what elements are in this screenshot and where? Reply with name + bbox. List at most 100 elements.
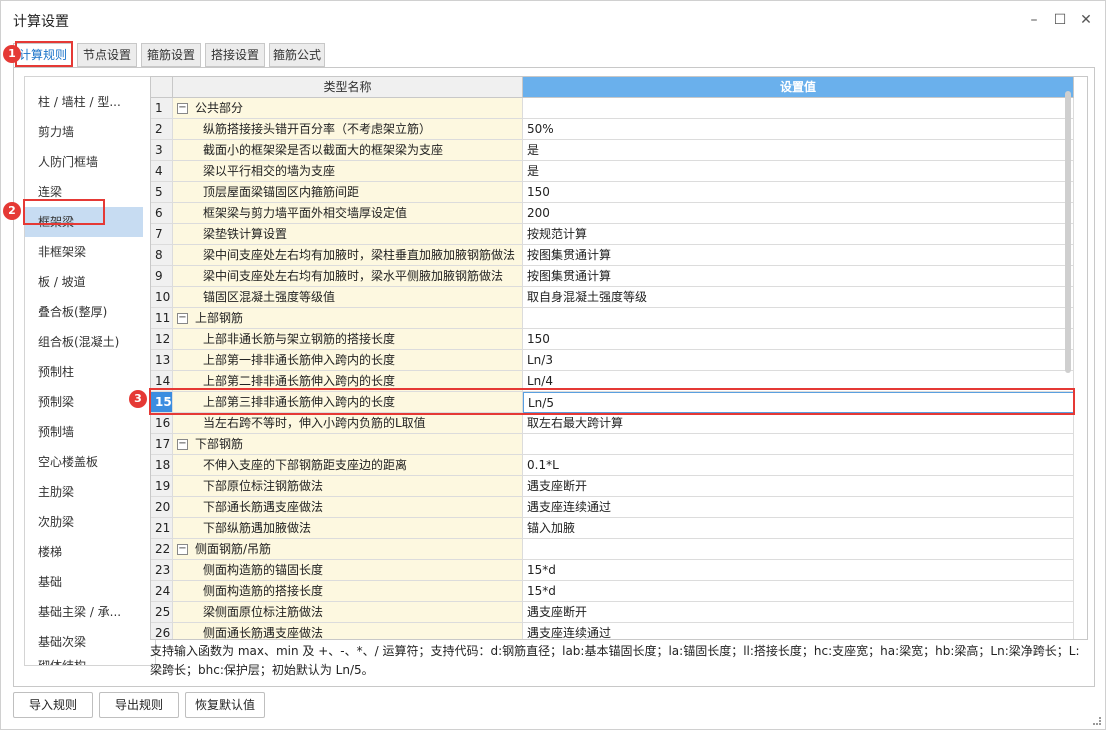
grid-scrollbar[interactable] [1065, 91, 1071, 373]
maximize-button[interactable]: ☐ [1049, 9, 1071, 31]
minimize-button[interactable]: – [1023, 9, 1045, 31]
table-row[interactable]: 7 梁垫铁计算设置 按规范计算 [151, 224, 1074, 245]
sidebar-item[interactable]: 人防门框墙 [25, 147, 143, 177]
setting-value[interactable]: 是 [523, 161, 1074, 182]
setting-value[interactable]: 150 [523, 182, 1074, 203]
table-row[interactable]: 3 截面小的框架梁是否以截面大的框架梁为支座 是 [151, 140, 1074, 161]
component-list[interactable]: 柱 / 墙柱 / 型... 剪力墙 人防门框墙 连梁 框架梁 非框架梁 板 / … [24, 76, 156, 666]
collapse-icon[interactable]: − [177, 313, 188, 324]
table-row[interactable]: 19 下部原位标注钢筋做法 遇支座断开 [151, 476, 1074, 497]
setting-name: 截面小的框架梁是否以截面大的框架梁为支座 [173, 140, 523, 161]
sidebar-item[interactable]: 基础次梁 [25, 627, 143, 657]
collapse-icon[interactable]: − [177, 439, 188, 450]
table-row[interactable]: 1 − 公共部分 [151, 98, 1074, 119]
sidebar-item[interactable]: 预制梁 [25, 387, 143, 417]
setting-value[interactable]: 200 [523, 203, 1074, 224]
table-row[interactable]: 23 侧面构造筋的锚固长度 15*d [151, 560, 1074, 581]
resize-grip-icon[interactable] [1093, 717, 1101, 725]
setting-value[interactable]: 遇支座连续通过 [523, 623, 1074, 639]
setting-value[interactable]: 15*d [523, 560, 1074, 581]
setting-value[interactable]: 遇支座断开 [523, 476, 1074, 497]
sidebar-item[interactable]: 非框架梁 [25, 237, 143, 267]
table-row[interactable]: 5 顶层屋面梁锚固区内箍筋间距 150 [151, 182, 1074, 203]
sidebar-item[interactable]: 空心楼盖板 [25, 447, 143, 477]
table-row[interactable]: 9 梁中间支座处左右均有加腋时，梁水平侧腋加腋钢筋做法 按图集贯通计算 [151, 266, 1074, 287]
table-row[interactable]: 6 框架梁与剪力墙平面外相交墙厚设定值 200 [151, 203, 1074, 224]
setting-value[interactable]: 遇支座断开 [523, 602, 1074, 623]
setting-value[interactable]: 150 [523, 329, 1074, 350]
tab-lap-settings[interactable]: 搭接设置 [205, 43, 265, 67]
setting-value[interactable]: 15*d [523, 581, 1074, 602]
setting-value[interactable]: 按规范计算 [523, 224, 1074, 245]
table-row[interactable]: 17 − 下部钢筋 [151, 434, 1074, 455]
setting-value[interactable]: 取自身混凝土强度等级 [523, 287, 1074, 308]
tab-stirrup-settings[interactable]: 箍筋设置 [141, 43, 201, 67]
sidebar-item[interactable]: 预制墙 [25, 417, 143, 447]
table-row[interactable]: 12 上部非通长筋与架立钢筋的搭接长度 150 [151, 329, 1074, 350]
table-row[interactable]: 2 纵筋搭接接头错开百分率（不考虑架立筋） 50% [151, 119, 1074, 140]
table-row[interactable]: 4 梁以平行相交的墙为支座 是 [151, 161, 1074, 182]
sidebar-item[interactable]: 基础 [25, 567, 143, 597]
table-row[interactable]: 13 上部第一排非通长筋伸入跨内的长度 Ln/3 [151, 350, 1074, 371]
table-row[interactable]: 10 锚固区混凝土强度等级值 取自身混凝土强度等级 [151, 287, 1074, 308]
table-row[interactable]: 26 侧面通长筋遇支座做法 遇支座连续通过 [151, 623, 1074, 639]
setting-value[interactable]: 按图集贯通计算 [523, 245, 1074, 266]
formula-hint: 支持输入函数为 max、min 及 +、-、*、/ 运算符；支持代码：d:钢筋直… [150, 644, 1080, 677]
restore-defaults-button[interactable]: 恢复默认值 [185, 692, 265, 718]
row-number: 24 [151, 581, 173, 602]
row-number: 7 [151, 224, 173, 245]
row-number: 19 [151, 476, 173, 497]
table-row[interactable]: 8 梁中间支座处左右均有加腋时，梁柱垂直加腋加腋钢筋做法 按图集贯通计算 [151, 245, 1074, 266]
setting-value[interactable]: Ln/3 [523, 350, 1074, 371]
row-number: 17 [151, 434, 173, 455]
sidebar-item[interactable]: 柱 / 墙柱 / 型... [25, 87, 143, 117]
setting-value[interactable]: 按图集贯通计算 [523, 266, 1074, 287]
sidebar-item[interactable]: 楼梯 [25, 537, 143, 567]
collapse-icon[interactable]: − [177, 103, 188, 114]
table-row[interactable]: 21 下部纵筋遇加腋做法 锚入加腋 [151, 518, 1074, 539]
sidebar-item[interactable]: 主肋梁 [25, 477, 143, 507]
table-row[interactable]: 11 − 上部钢筋 [151, 308, 1074, 329]
setting-value[interactable]: 取左右最大跨计算 [523, 413, 1074, 434]
setting-value[interactable]: 是 [523, 140, 1074, 161]
setting-value[interactable] [523, 308, 1074, 329]
sidebar-item[interactable]: 预制柱 [25, 357, 143, 387]
sidebar-item[interactable]: 次肋梁 [25, 507, 143, 537]
window-title: 计算设置 [13, 14, 69, 30]
setting-value[interactable]: 锚入加腋 [523, 518, 1074, 539]
setting-name: 下部通长筋遇支座做法 [173, 497, 523, 518]
setting-value[interactable]: 0.1*L [523, 455, 1074, 476]
row-number: 22 [151, 539, 173, 560]
close-button[interactable]: ✕ [1075, 9, 1097, 31]
table-row[interactable]: 16 当左右跨不等时，伸入小跨内负筋的L取值 取左右最大跨计算 [151, 413, 1074, 434]
row-number: 18 [151, 455, 173, 476]
settings-grid: 类型名称 设置值 1 − 公共部分 2 纵筋搭接接头错开百分率（不考虑架立筋） 5… [150, 76, 1088, 640]
row-number: 8 [151, 245, 173, 266]
table-row[interactable]: 24 侧面构造筋的搭接长度 15*d [151, 581, 1074, 602]
grid-header-corner [151, 77, 173, 98]
sidebar-item[interactable]: 组合板(混凝土) [25, 327, 143, 357]
setting-name: 不伸入支座的下部钢筋距支座边的距离 [173, 455, 523, 476]
sidebar-item[interactable]: 板 / 坡道 [25, 267, 143, 297]
table-row[interactable]: 22 − 侧面钢筋/吊筋 [151, 539, 1074, 560]
collapse-icon[interactable]: − [177, 544, 188, 555]
export-rules-button[interactable]: 导出规则 [99, 692, 179, 718]
setting-value[interactable] [523, 434, 1074, 455]
sidebar-item[interactable]: 剪力墙 [25, 117, 143, 147]
table-row[interactable]: 18 不伸入支座的下部钢筋距支座边的距离 0.1*L [151, 455, 1074, 476]
setting-name: 梁侧面原位标注筋做法 [173, 602, 523, 623]
setting-value[interactable] [523, 539, 1074, 560]
setting-value[interactable]: 遇支座连续通过 [523, 497, 1074, 518]
setting-value[interactable]: 50% [523, 119, 1074, 140]
setting-value[interactable] [523, 98, 1074, 119]
sidebar-item[interactable]: 叠合板(整厚) [25, 297, 143, 327]
tab-node-settings[interactable]: 节点设置 [77, 43, 137, 67]
import-rules-button[interactable]: 导入规则 [13, 692, 93, 718]
sidebar-item[interactable]: 基础主梁 / 承... [25, 597, 143, 627]
tab-stirrup-formula[interactable]: 箍筋公式 [269, 43, 325, 67]
row-number: 10 [151, 287, 173, 308]
table-row[interactable]: 20 下部通长筋遇支座做法 遇支座连续通过 [151, 497, 1074, 518]
row-number: 6 [151, 203, 173, 224]
sidebar-item[interactable]: 砌体结构 [25, 655, 143, 665]
table-row[interactable]: 25 梁侧面原位标注筋做法 遇支座断开 [151, 602, 1074, 623]
